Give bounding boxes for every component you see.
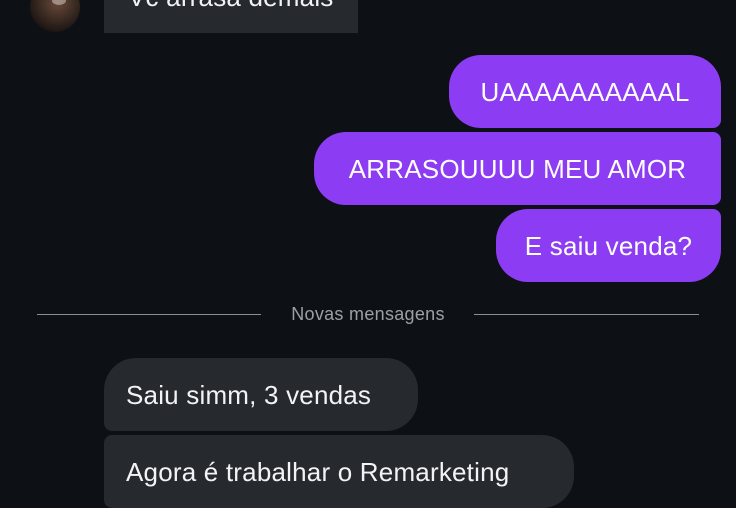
new-messages-label: Novas mensagens xyxy=(291,304,445,324)
message-text: Agora é trabalhar o Remarketing xyxy=(126,456,510,487)
message-bubble-sent[interactable]: E saiu venda? xyxy=(496,209,721,282)
message-text: Saiu simm, 3 vendas xyxy=(126,379,372,410)
divider-line-right xyxy=(474,314,699,315)
message-text: ARRASOUUUU MEU AMOR xyxy=(348,153,687,184)
contact-avatar[interactable] xyxy=(30,0,80,32)
message-text: Vc arrasa demais xyxy=(128,0,334,10)
message-bubble-received[interactable]: Agora é trabalhar o Remarketing xyxy=(104,435,574,508)
message-text: E saiu venda? xyxy=(524,230,693,261)
message-text: UAAAAAAAAAAL xyxy=(480,76,690,107)
avatar-photo xyxy=(52,0,66,5)
divider-line-left xyxy=(37,314,261,315)
message-bubble-received[interactable]: Vc arrasa demais xyxy=(104,0,358,33)
message-bubble-received[interactable]: Saiu simm, 3 vendas xyxy=(104,358,418,431)
message-bubble-sent[interactable]: ARRASOUUUU MEU AMOR xyxy=(314,132,721,205)
message-bubble-sent[interactable]: UAAAAAAAAAAL xyxy=(449,55,721,128)
